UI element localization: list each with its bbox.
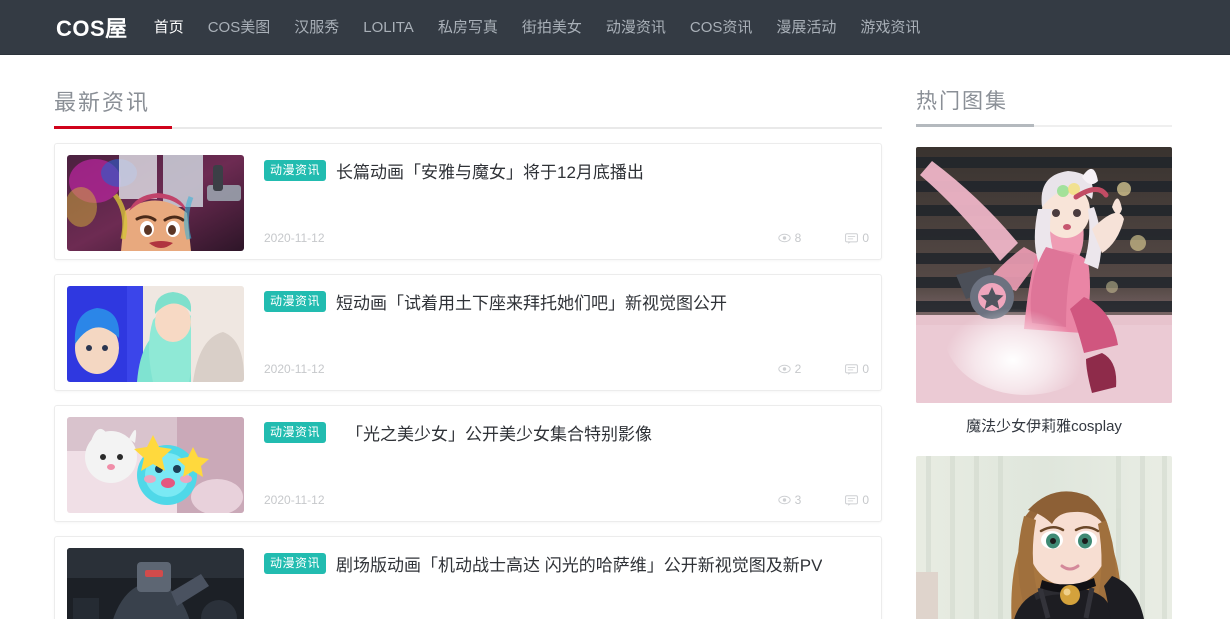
article-body: 动漫资讯 「光之美少女」公开美少女集合特别影像 2020-11-12 3 0: [244, 417, 869, 511]
hot-gallery-heading: 热门图集: [916, 85, 1172, 127]
gallery-image[interactable]: [916, 456, 1172, 619]
site-header: COS屋 首页 COS美图 汉服秀 LOLITA 私房写真 街拍美女 动漫资讯 …: [0, 0, 1230, 55]
article-meta: 2020-11-12 3 0: [264, 493, 869, 511]
hot-gallery-column: 热门图集 魔法少女伊莉雅cosplay: [916, 55, 1172, 619]
article-comments: 0: [845, 231, 869, 245]
article-thumbnail[interactable]: [67, 286, 244, 382]
views-count: 3: [794, 493, 802, 507]
article-category-badge[interactable]: 动漫资讯: [264, 291, 327, 312]
eye-icon: [777, 364, 791, 374]
article-comments: 0: [845, 493, 869, 507]
eye-icon: [777, 233, 791, 243]
latest-news-column: 最新资讯 动漫资讯 长篇动画「安雅与魔女」将于12月底播出 2020-11-12…: [54, 55, 882, 619]
article-thumbnail[interactable]: [67, 548, 244, 619]
article-title[interactable]: 短动画「试着用土下座来拜托她们吧」新视觉图公开: [336, 289, 727, 314]
article-title-row: 动漫资讯 短动画「试着用土下座来拜托她们吧」新视觉图公开: [264, 286, 869, 314]
site-logo[interactable]: COS屋: [56, 11, 128, 43]
article-title-row: 动漫资讯 「光之美少女」公开美少女集合特别影像: [264, 417, 869, 445]
article-title[interactable]: 剧场版动画「机动战士高达 闪光的哈萨维」公开新视觉图及新PV: [336, 551, 822, 576]
article-date: 2020-11-12: [264, 362, 325, 376]
article-thumbnail[interactable]: [67, 417, 244, 513]
article-date: 2020-11-12: [264, 231, 325, 245]
article-title[interactable]: 长篇动画「安雅与魔女」将于12月底播出: [336, 158, 644, 183]
comments-count: 0: [862, 493, 869, 507]
article-views: 2: [777, 362, 802, 376]
nav-item-lolita[interactable]: LOLITA: [363, 0, 414, 55]
nav-item-cos-photos[interactable]: COS美图: [208, 0, 271, 55]
main-navigation: 首页 COS美图 汉服秀 LOLITA 私房写真 街拍美女 动漫资讯 COS资讯…: [154, 0, 945, 55]
nav-item-expo[interactable]: 漫展活动: [776, 0, 836, 55]
eye-icon: [777, 495, 791, 505]
views-count: 8: [794, 231, 802, 245]
article-meta: 2020-11-12 2 0: [264, 362, 869, 380]
article-comments: 0: [845, 362, 869, 376]
article-views: 8: [777, 231, 802, 245]
nav-item-home[interactable]: 首页: [154, 0, 184, 55]
nav-item-private[interactable]: 私房写真: [438, 0, 498, 55]
article-category-badge[interactable]: 动漫资讯: [264, 422, 327, 443]
comment-icon: [845, 232, 859, 244]
comment-icon: [845, 494, 859, 506]
article-category-badge[interactable]: 动漫资讯: [264, 553, 327, 574]
page-content: 最新资讯 动漫资讯 长篇动画「安雅与魔女」将于12月底播出 2020-11-12…: [0, 55, 1230, 619]
nav-item-street[interactable]: 街拍美女: [522, 0, 582, 55]
article-thumbnail[interactable]: [67, 155, 244, 251]
comments-count: 0: [862, 231, 869, 245]
article-date: 2020-11-12: [264, 493, 325, 507]
gallery-image[interactable]: [916, 147, 1172, 403]
gallery-item[interactable]: [916, 456, 1172, 619]
article-body: 动漫资讯 剧场版动画「机动战士高达 闪光的哈萨维」公开新视觉图及新PV: [244, 548, 869, 619]
article-category-badge[interactable]: 动漫资讯: [264, 160, 327, 181]
article-card[interactable]: 动漫资讯 「光之美少女」公开美少女集合特别影像 2020-11-12 3 0: [54, 405, 882, 522]
latest-news-heading: 最新资讯: [54, 85, 882, 129]
views-count: 2: [794, 362, 802, 376]
article-card[interactable]: 动漫资讯 剧场版动画「机动战士高达 闪光的哈萨维」公开新视觉图及新PV: [54, 536, 882, 619]
article-card[interactable]: 动漫资讯 长篇动画「安雅与魔女」将于12月底播出 2020-11-12 8 0: [54, 143, 882, 260]
nav-item-anime-news[interactable]: 动漫资讯: [606, 0, 666, 55]
article-views: 3: [777, 493, 802, 507]
gallery-item[interactable]: 魔法少女伊莉雅cosplay: [916, 147, 1172, 436]
article-card[interactable]: 动漫资讯 短动画「试着用土下座来拜托她们吧」新视觉图公开 2020-11-12 …: [54, 274, 882, 391]
sidebar-title: 热门图集: [916, 90, 1008, 113]
article-title-row: 动漫资讯 长篇动画「安雅与魔女」将于12月底播出: [264, 155, 869, 183]
comments-count: 0: [862, 362, 869, 376]
article-title-row: 动漫资讯 剧场版动画「机动战士高达 闪光的哈萨维」公开新视觉图及新PV: [264, 548, 869, 576]
nav-item-game-news[interactable]: 游戏资讯: [860, 0, 920, 55]
gallery-caption[interactable]: 魔法少女伊莉雅cosplay: [916, 415, 1172, 436]
page-title: 最新资讯: [54, 90, 151, 115]
article-list: 动漫资讯 长篇动画「安雅与魔女」将于12月底播出 2020-11-12 8 0 …: [54, 143, 882, 619]
article-body: 动漫资讯 短动画「试着用土下座来拜托她们吧」新视觉图公开 2020-11-12 …: [244, 286, 869, 380]
nav-item-cos-news[interactable]: COS资讯: [690, 0, 753, 55]
article-title[interactable]: 「光之美少女」公开美少女集合特别影像: [346, 420, 652, 445]
article-body: 动漫资讯 长篇动画「安雅与魔女」将于12月底播出 2020-11-12 8 0: [244, 155, 869, 249]
comment-icon: [845, 363, 859, 375]
nav-item-hanfu[interactable]: 汉服秀: [294, 0, 339, 55]
article-meta: 2020-11-12 8 0: [264, 231, 869, 249]
